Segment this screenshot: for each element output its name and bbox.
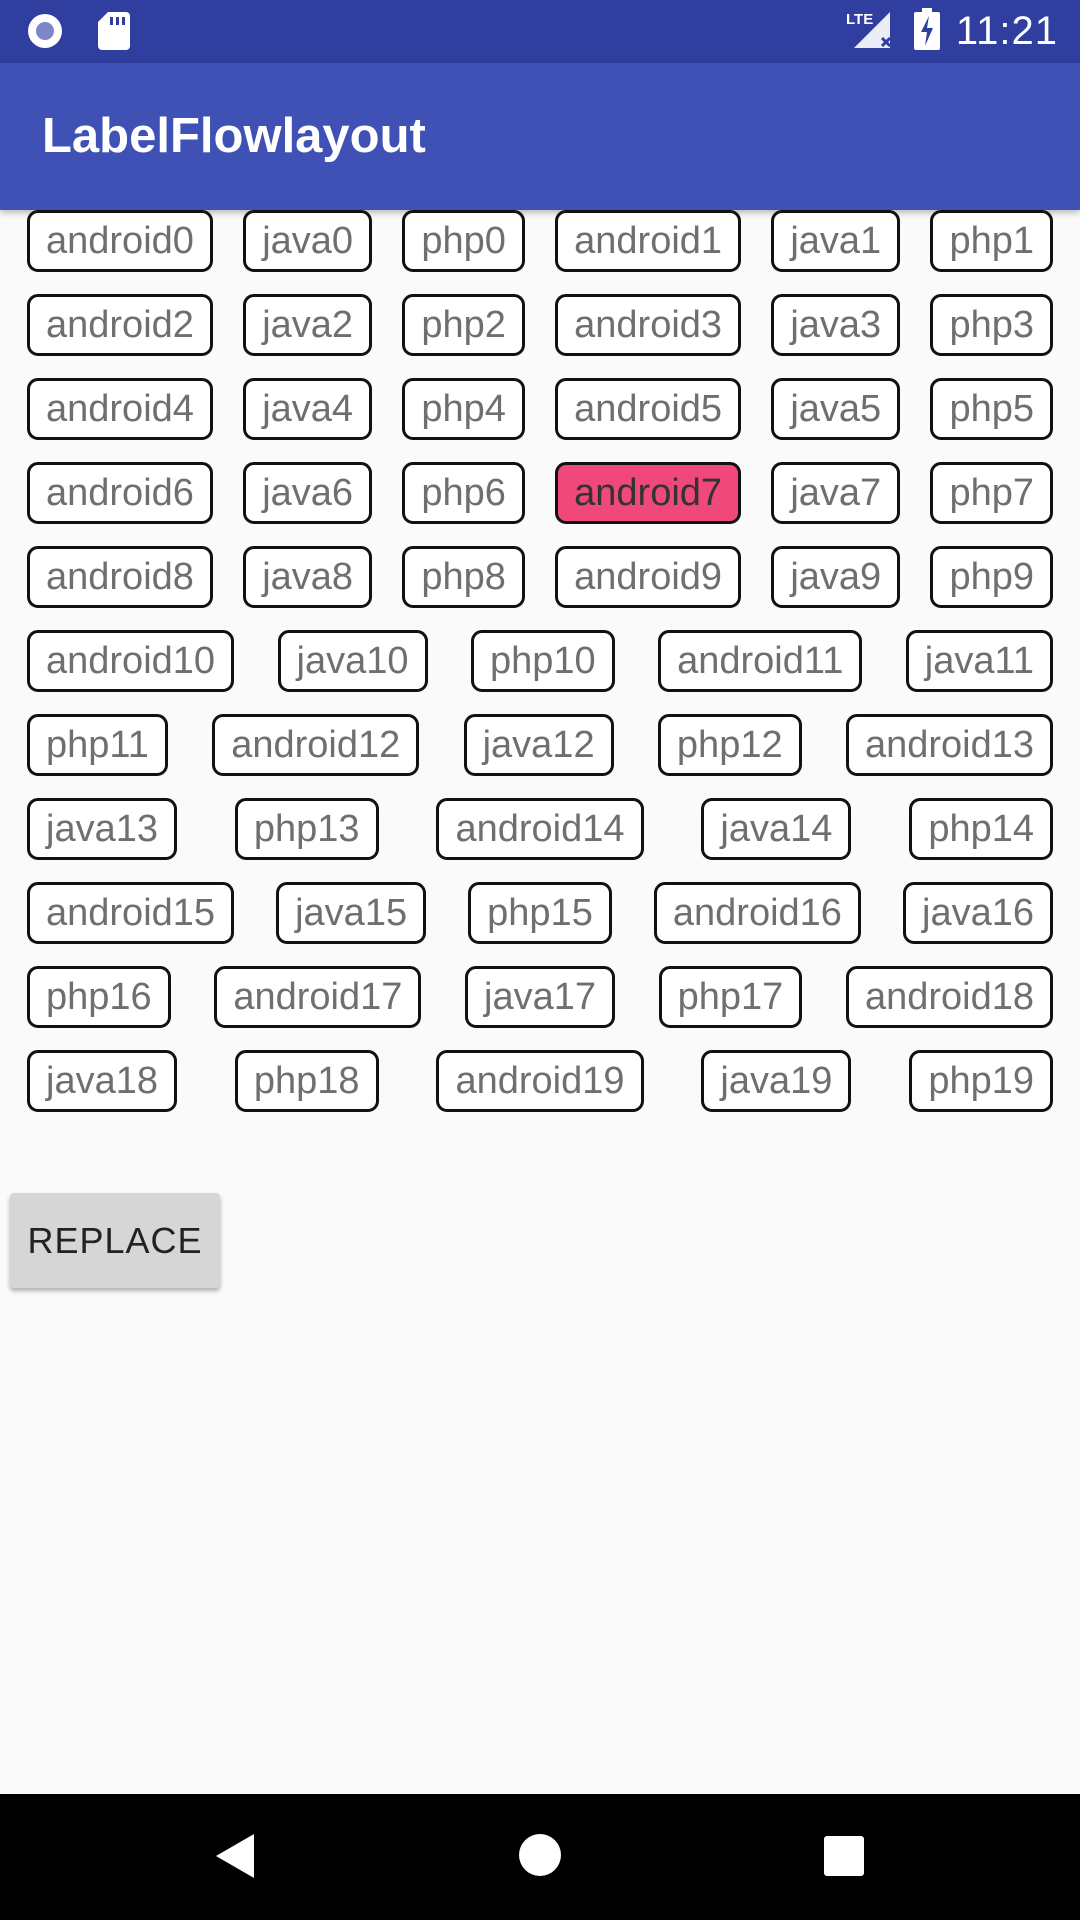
- label-tag[interactable]: php10: [470, 630, 615, 692]
- label-row: android10 java10 php10 android11 java11: [0, 630, 1080, 692]
- navigation-bar: [0, 1794, 1080, 1920]
- label-tag[interactable]: java11: [905, 630, 1053, 692]
- label-tag[interactable]: php4: [402, 378, 525, 440]
- label-tag[interactable]: php12: [657, 714, 802, 776]
- label-tag[interactable]: php11: [27, 714, 168, 776]
- label-tag[interactable]: java6: [243, 462, 373, 524]
- status-right: LTE 11:21: [846, 0, 1058, 63]
- label-tag[interactable]: android9: [555, 546, 742, 608]
- label-tag[interactable]: android18: [845, 966, 1053, 1028]
- label-tag[interactable]: android16: [653, 882, 861, 944]
- label-tag-selected[interactable]: android7: [555, 462, 742, 524]
- svg-text:LTE: LTE: [846, 11, 873, 28]
- label-tag[interactable]: java1: [771, 210, 901, 272]
- label-row: android2 java2 php2 android3 java3 php3: [0, 294, 1080, 356]
- label-row: php16 android17 java17 php17 android18: [0, 966, 1080, 1028]
- label-tag[interactable]: php15: [468, 882, 612, 944]
- status-time: 11:21: [955, 9, 1058, 53]
- label-tag[interactable]: java17: [465, 966, 615, 1028]
- app-title: LabelFlowlayout: [42, 109, 426, 163]
- back-icon[interactable]: [214, 1832, 256, 1885]
- battery-charging-icon: [913, 8, 940, 55]
- status-left: [26, 12, 130, 55]
- label-tag[interactable]: java8: [243, 546, 373, 608]
- replace-button[interactable]: REPLACE: [10, 1193, 220, 1288]
- label-tag[interactable]: php14: [909, 798, 1053, 860]
- label-row: android8 java8 php8 android9 java9 php9: [0, 546, 1080, 608]
- label-tag[interactable]: php2: [402, 294, 525, 356]
- label-tag[interactable]: java13: [27, 798, 177, 860]
- label-tag[interactable]: android13: [845, 714, 1053, 776]
- label-tag[interactable]: android3: [555, 294, 742, 356]
- label-row: android0 java0 php0 android1 java1 php1: [0, 210, 1080, 272]
- label-tag[interactable]: java7: [771, 462, 901, 524]
- label-tag[interactable]: php8: [402, 546, 525, 608]
- signal-icon: LTE: [846, 8, 898, 55]
- label-tag[interactable]: android8: [27, 546, 213, 608]
- label-tag[interactable]: java15: [276, 882, 427, 944]
- label-tag[interactable]: php0: [402, 210, 525, 272]
- label-tag[interactable]: php6: [402, 462, 525, 524]
- label-tag[interactable]: android14: [436, 798, 644, 860]
- label-row: php11 android12 java12 php12 android13: [0, 714, 1080, 776]
- label-row: android4 java4 php4 android5 java5 php5: [0, 378, 1080, 440]
- home-icon[interactable]: [519, 1834, 561, 1876]
- status-bar: LTE 11:21: [0, 0, 1080, 63]
- label-row: android6 java6 php6 android7 java7 php7: [0, 462, 1080, 524]
- label-tag[interactable]: java10: [277, 630, 428, 692]
- recents-icon[interactable]: [824, 1836, 864, 1876]
- label-tag[interactable]: java18: [27, 1050, 177, 1112]
- label-row: java13 php13 android14 java14 php14: [0, 798, 1080, 860]
- sd-card-icon: [98, 12, 130, 55]
- label-flow-layout: android0 java0 php0 android1 java1 php1 androi…: [0, 210, 1080, 1134]
- label-tag[interactable]: php17: [658, 966, 803, 1028]
- label-tag[interactable]: android19: [436, 1050, 644, 1112]
- label-tag[interactable]: android12: [212, 714, 420, 776]
- label-tag[interactable]: java16: [903, 882, 1053, 944]
- label-tag[interactable]: java3: [771, 294, 901, 356]
- label-tag[interactable]: android2: [27, 294, 213, 356]
- label-tag[interactable]: java4: [243, 378, 373, 440]
- label-tag[interactable]: android6: [27, 462, 213, 524]
- label-tag[interactable]: php18: [234, 1050, 379, 1112]
- label-tag[interactable]: php9: [930, 546, 1053, 608]
- label-tag[interactable]: android11: [658, 630, 863, 692]
- label-tag[interactable]: php3: [930, 294, 1053, 356]
- label-tag[interactable]: php19: [909, 1050, 1053, 1112]
- label-tag[interactable]: android0: [27, 210, 213, 272]
- label-tag[interactable]: android10: [27, 630, 235, 692]
- label-tag[interactable]: java12: [463, 714, 614, 776]
- app-bar: LabelFlowlayout: [0, 63, 1080, 210]
- label-row: android15 java15 php15 android16 java16: [0, 882, 1080, 944]
- label-tag[interactable]: android17: [214, 966, 422, 1028]
- label-tag[interactable]: php13: [234, 798, 379, 860]
- record-icon: [26, 12, 64, 55]
- label-tag[interactable]: android15: [27, 882, 235, 944]
- label-tag[interactable]: java2: [243, 294, 373, 356]
- label-tag[interactable]: android5: [555, 378, 742, 440]
- label-tag[interactable]: php7: [930, 462, 1053, 524]
- label-tag[interactable]: java9: [771, 546, 901, 608]
- label-tag[interactable]: java5: [771, 378, 901, 440]
- label-tag[interactable]: java19: [701, 1050, 852, 1112]
- label-tag[interactable]: android4: [27, 378, 213, 440]
- label-tag[interactable]: java14: [701, 798, 852, 860]
- label-row: java18 php18 android19 java19 php19: [0, 1050, 1080, 1112]
- label-tag[interactable]: php16: [27, 966, 171, 1028]
- label-tag[interactable]: android1: [555, 210, 742, 272]
- label-tag[interactable]: php1: [930, 210, 1053, 272]
- label-tag[interactable]: php5: [930, 378, 1053, 440]
- label-tag[interactable]: java0: [243, 210, 373, 272]
